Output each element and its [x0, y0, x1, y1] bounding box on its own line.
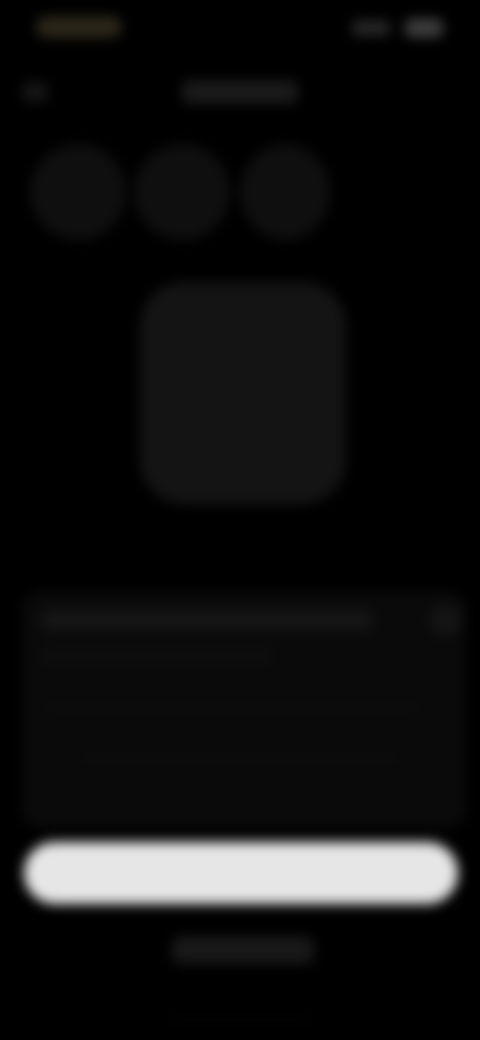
primary-button[interactable]: [24, 842, 458, 904]
top-item-2[interactable]: [134, 144, 230, 240]
top-item-1[interactable]: [30, 144, 126, 240]
info-text-line: [42, 700, 422, 714]
center-card: [140, 282, 346, 504]
battery-icon: [404, 18, 444, 38]
back-button[interactable]: [22, 82, 48, 102]
primary-button-label: [164, 862, 318, 884]
info-heading: [42, 610, 372, 630]
top-item-3[interactable]: [240, 144, 330, 240]
blurred-screen: [0, 0, 480, 1040]
status-time: [36, 16, 122, 38]
signal-icon: [352, 20, 390, 36]
home-indicator: [170, 1018, 310, 1023]
info-subheading: [42, 648, 272, 664]
secondary-link[interactable]: [172, 936, 314, 964]
status-bar: [0, 0, 480, 60]
info-text-line: [80, 752, 400, 766]
page-title: [182, 80, 298, 104]
info-icon[interactable]: [430, 604, 462, 636]
